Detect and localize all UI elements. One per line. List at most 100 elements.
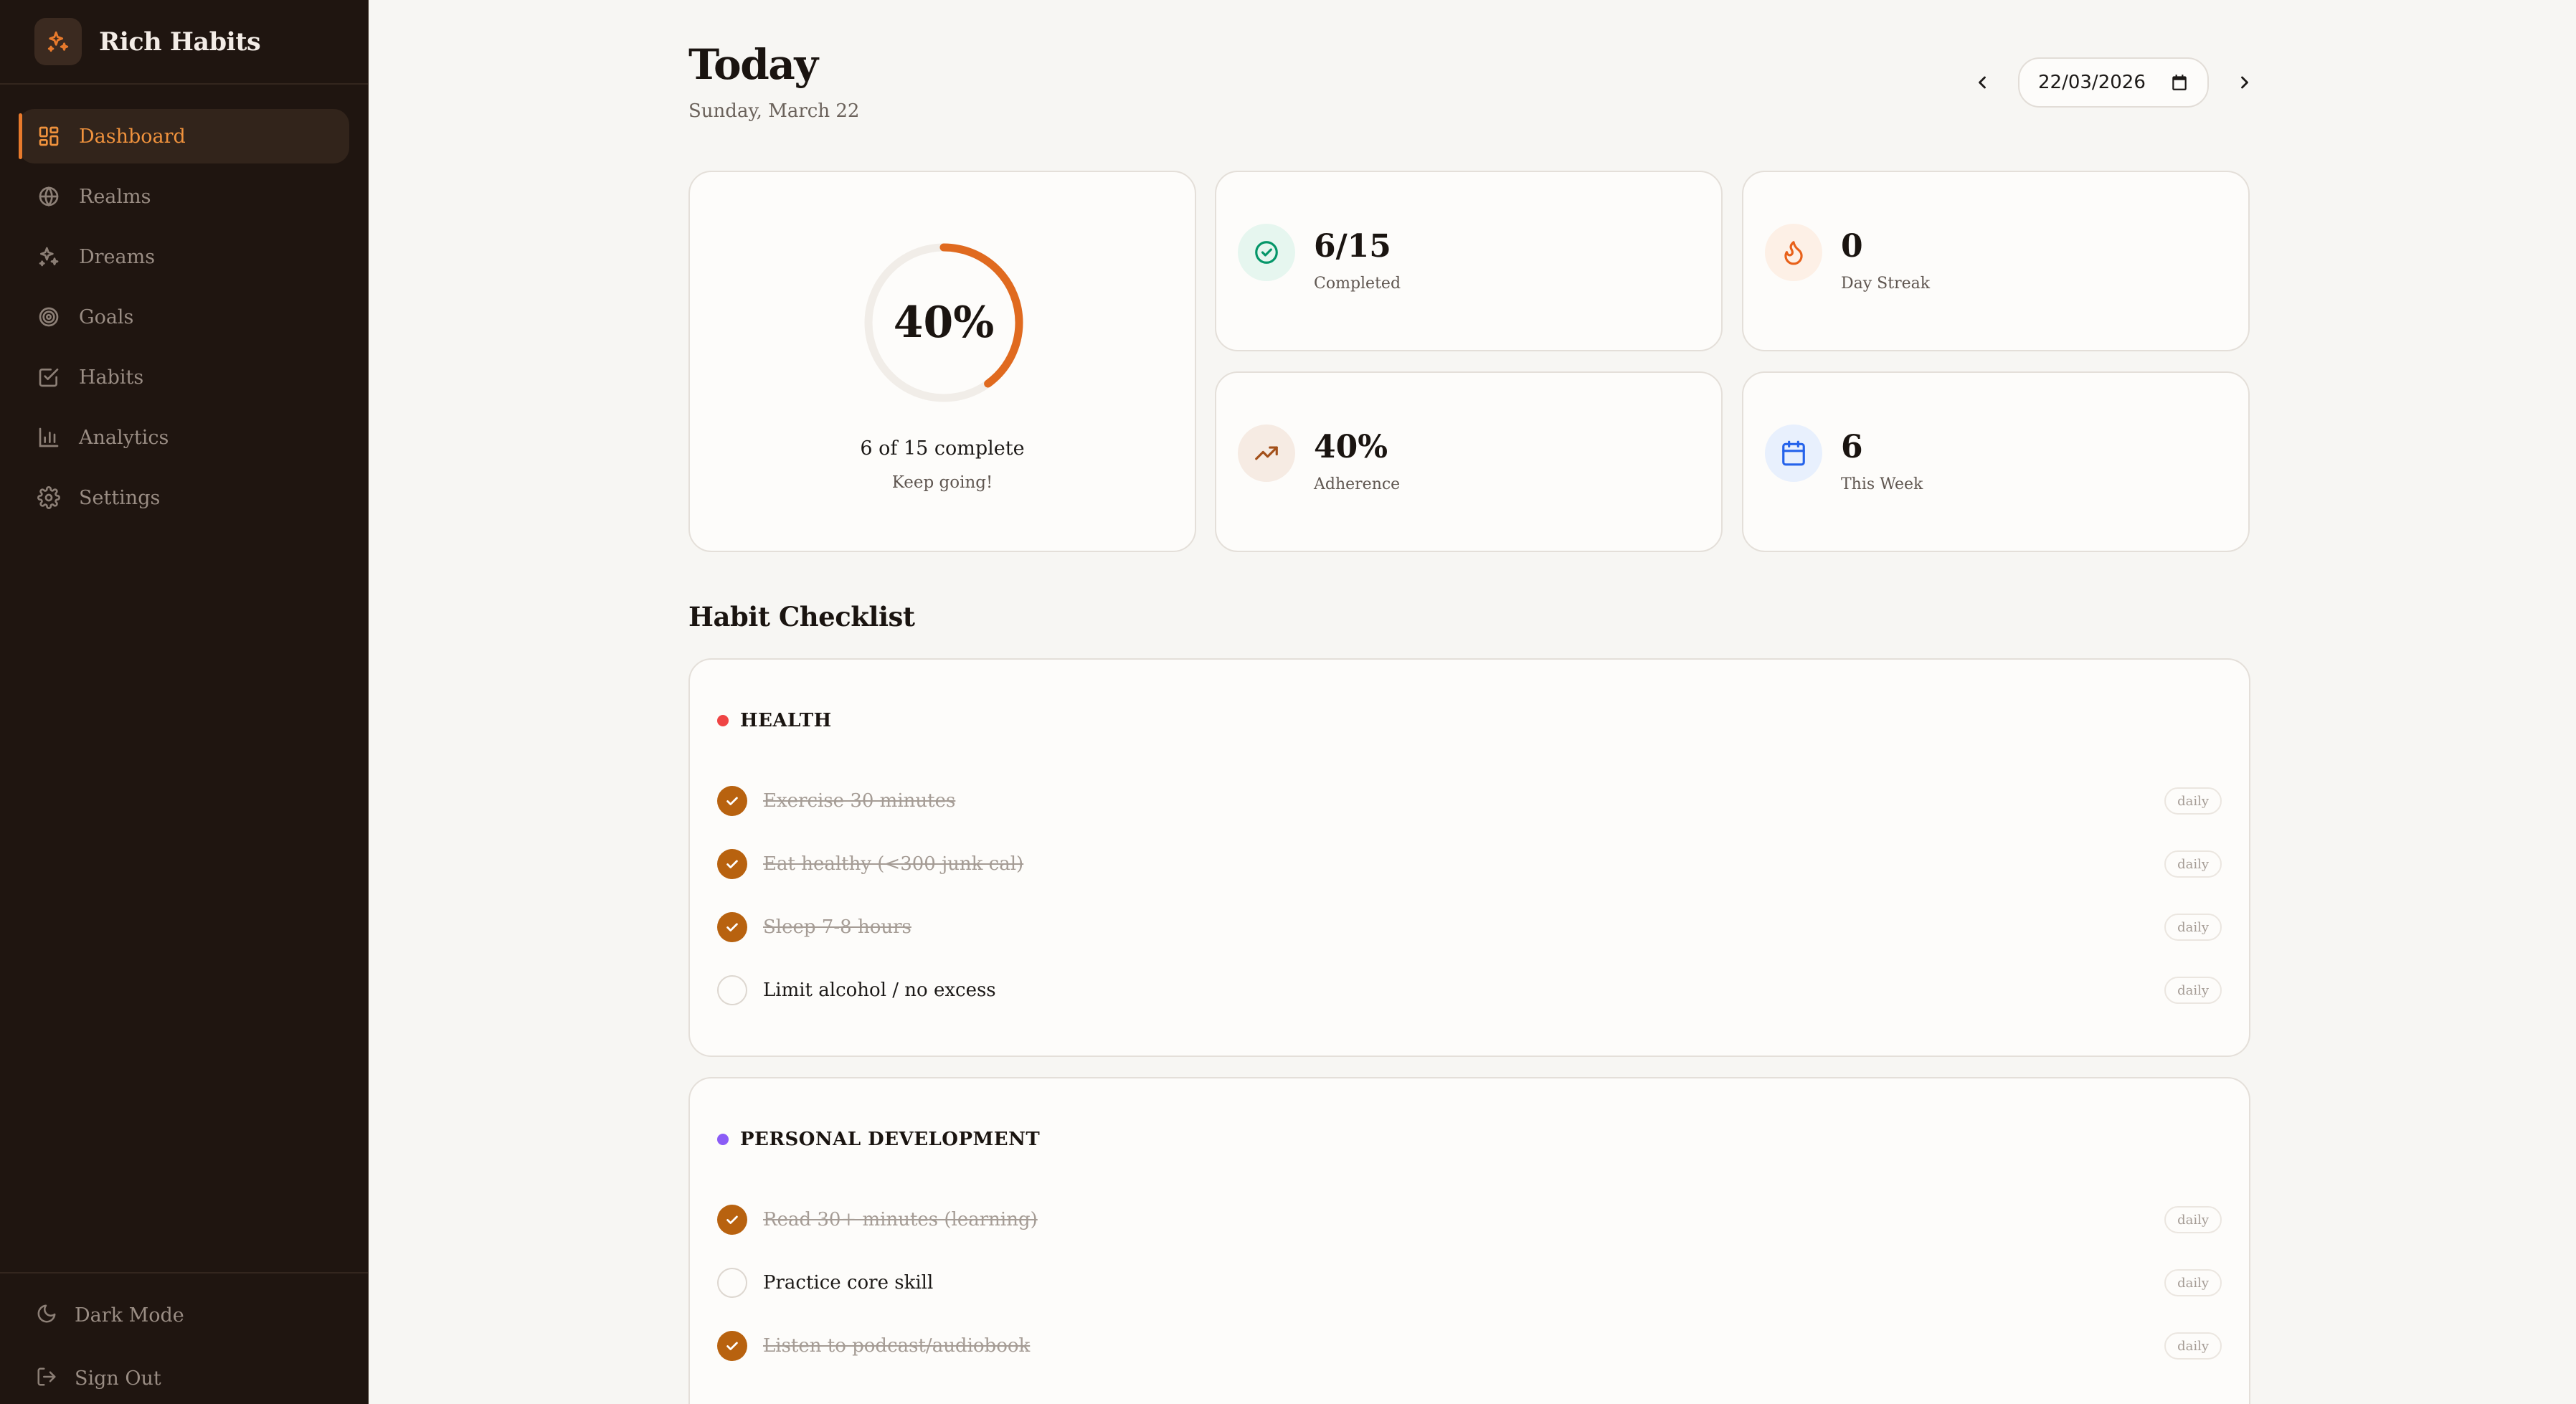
sparkles-icon [36,244,62,270]
chevron-right-icon [2241,76,2248,89]
habit-name: Limit alcohol / no excess [763,980,996,1001]
frequency-badge: daily [2164,977,2222,1004]
next-day-button[interactable] [2223,57,2266,108]
calendar-picker-icon[interactable] [2170,73,2189,92]
dashboard-icon [36,123,62,149]
stat-label: This Week [1841,475,1923,493]
bar-chart-icon [36,424,62,450]
previous-day-button[interactable] [1961,57,2004,108]
checkbox-checked-icon[interactable] [717,1205,747,1235]
sidebar-item-realms[interactable]: Realms [19,169,349,224]
progress-encouragement: Keep going! [891,473,993,492]
sign-out-label: Sign Out [75,1367,161,1390]
frequency-badge: daily [2164,1332,2222,1360]
habit-name: Read 30+ minutes (learning) [763,1209,1038,1230]
progress-summary: 6 of 15 complete [860,437,1025,460]
log-out-icon [36,1366,57,1390]
habit-group-health: HEALTH Exercise 30 minutes daily Eat hea… [688,658,2250,1057]
group-name: HEALTH [740,710,832,731]
date-navigator: 22/03/2026 [1961,57,2266,108]
flame-icon [1765,224,1822,281]
stat-card-completed: 6/15 Completed [1215,171,1723,351]
checkbox-checked-icon[interactable] [717,1331,747,1361]
sidebar-nav: Dashboard Realms Dreams Goals Habits Ana… [0,85,368,525]
stat-value: 40% [1314,429,1388,465]
target-icon [36,304,62,330]
trending-up-icon [1238,424,1295,482]
progress-percent: 40% [893,298,995,348]
frequency-badge: daily [2164,914,2222,941]
checkbox-checked-icon[interactable] [717,912,747,942]
main-content: Today Sunday, March 22 22/03/2026 40% 6 … [369,0,2576,1404]
stat-value: 6 [1841,429,1863,465]
stat-card-this-week: 6 This Week [1742,371,2250,552]
frequency-badge: daily [2164,850,2222,878]
habit-name: Sleep 7-8 hours [763,916,911,938]
stat-card-adherence: 40% Adherence [1215,371,1723,552]
sparkles-logo-icon [34,18,82,65]
sidebar-item-label: Goals [79,305,134,328]
moon-icon [36,1303,57,1327]
habit-row[interactable]: Listen to podcast/audiobook daily [717,1324,2222,1367]
check-circle-icon [1238,224,1295,281]
stat-card-streak: 0 Day Streak [1742,171,2250,351]
checkbox-checked-icon[interactable] [717,786,747,816]
stat-label: Adherence [1314,475,1401,493]
habit-name: Practice core skill [763,1272,934,1294]
group-header: HEALTH [717,710,832,731]
sidebar-item-label: Settings [79,486,161,509]
habit-name: Eat healthy (<300 junk cal) [763,853,1024,875]
habit-row[interactable]: Read 30+ minutes (learning) daily [717,1198,2222,1241]
habit-name: Listen to podcast/audiobook [763,1335,1031,1357]
habit-row[interactable]: Eat healthy (<300 junk cal) daily [717,843,2222,886]
sidebar: Rich Habits Dashboard Realms Dreams Goal… [0,0,369,1404]
habit-row[interactable]: Sleep 7-8 hours daily [717,906,2222,949]
gear-icon [36,485,62,511]
date-value: 22/03/2026 [2038,72,2146,93]
habit-name: Exercise 30 minutes [763,790,956,812]
habit-row[interactable]: Exercise 30 minutes daily [717,779,2222,822]
brand[interactable]: Rich Habits [0,0,368,85]
frequency-badge: daily [2164,787,2222,815]
group-color-dot [717,1134,729,1145]
group-color-dot [717,715,729,726]
habit-row[interactable]: Limit alcohol / no excess daily [717,969,2222,1012]
page-title: Today [688,40,818,89]
group-header: PERSONAL DEVELOPMENT [717,1129,1040,1150]
checkbox-unchecked-icon[interactable] [717,1268,747,1298]
sidebar-item-label: Dashboard [79,125,186,148]
page-subtitle: Sunday, March 22 [688,100,860,122]
sidebar-item-analytics[interactable]: Analytics [19,410,349,465]
chevron-left-icon [1979,76,1986,89]
date-input[interactable]: 22/03/2026 [2018,57,2209,108]
calendar-icon [1765,424,1822,482]
sidebar-item-label: Dreams [79,245,156,268]
frequency-badge: daily [2164,1206,2222,1233]
sidebar-item-habits[interactable]: Habits [19,350,349,404]
stat-value: 6/15 [1314,228,1391,265]
stat-label: Day Streak [1841,275,1931,293]
sidebar-footer: Dark Mode Sign Out [0,1272,368,1404]
group-name: PERSONAL DEVELOPMENT [740,1129,1041,1150]
sidebar-item-dreams[interactable]: Dreams [19,229,349,284]
habit-checklist-title: Habit Checklist [688,601,915,632]
progress-ring: 40% [859,238,1028,407]
sidebar-item-dashboard[interactable]: Dashboard [19,109,349,163]
checkbox-icon [36,364,62,390]
stat-value: 0 [1841,228,1863,265]
sidebar-item-goals[interactable]: Goals [19,290,349,344]
stat-label: Completed [1314,275,1401,293]
globe-icon [36,184,62,209]
habit-group-personal-development: PERSONAL DEVELOPMENT Read 30+ minutes (l… [688,1077,2250,1404]
dark-mode-label: Dark Mode [75,1304,184,1327]
sidebar-item-label: Habits [79,366,144,389]
dark-mode-toggle[interactable]: Dark Mode [0,1294,368,1337]
frequency-badge: daily [2164,1269,2222,1296]
habit-row[interactable]: Practice core skill daily [717,1261,2222,1304]
daily-progress-card: 40% 6 of 15 complete Keep going! [688,171,1196,552]
sign-out-button[interactable]: Sign Out [0,1357,368,1400]
checkbox-unchecked-icon[interactable] [717,975,747,1005]
checkbox-checked-icon[interactable] [717,849,747,879]
sidebar-item-label: Analytics [79,426,169,449]
sidebar-item-settings[interactable]: Settings [19,470,349,525]
